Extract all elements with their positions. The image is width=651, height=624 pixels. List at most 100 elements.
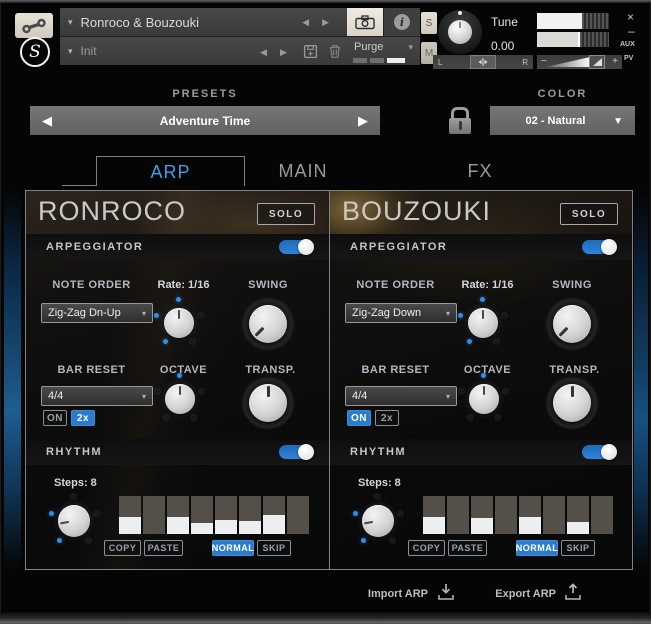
lock-body: [449, 118, 471, 134]
rhythm-toggle[interactable]: [582, 445, 616, 459]
swing-knob[interactable]: [241, 297, 295, 351]
skip-mode-button[interactable]: SKIP: [561, 540, 595, 556]
arpeggiator-toggle[interactable]: [582, 240, 616, 254]
arpeggiator-label: ARPEGGIATOR: [350, 241, 447, 253]
solo-channel-button[interactable]: S: [421, 12, 437, 34]
lock-icon[interactable]: [448, 107, 472, 134]
tab-arp[interactable]: ARP: [96, 156, 245, 186]
volume-handle-icon: [592, 57, 603, 67]
octave-knob[interactable]: [464, 379, 504, 419]
bar-reset-dropdown[interactable]: 4/4 ▾: [41, 386, 153, 406]
arpeggiator-toggle[interactable]: [279, 240, 313, 254]
sonuscore-logo: S: [20, 37, 50, 67]
preset-prev-icon[interactable]: ◀: [42, 113, 52, 129]
step-cell[interactable]: [519, 496, 541, 534]
color-dropdown[interactable]: 02 - Natural ▼: [490, 106, 635, 135]
step-cell[interactable]: [143, 496, 165, 534]
step-cell[interactable]: [287, 496, 309, 534]
minimize-button[interactable]: –: [628, 24, 635, 38]
snapshot-row[interactable]: ▾ Init ◀ ▶: [60, 37, 347, 65]
edit-instrument-button[interactable]: [15, 13, 53, 38]
aux-button[interactable]: AUX: [620, 41, 635, 48]
step-cell[interactable]: [447, 496, 469, 534]
memory-meter-segment: [370, 58, 384, 63]
pan-slider[interactable]: L R: [433, 55, 533, 69]
step-cell[interactable]: [215, 496, 237, 534]
step-cell[interactable]: [423, 496, 445, 534]
step-fill: [191, 523, 213, 534]
panel-bouzouki: BOUZOUKI SOLO ARPEGGIATOR NOTE ORDER Zig…: [330, 191, 632, 569]
purge-menu[interactable]: Purge ▾: [347, 37, 420, 65]
note-order-dropdown[interactable]: Zig-Zag Dn-Up ▾: [41, 303, 153, 323]
bar-reset-value: 4/4: [48, 390, 63, 402]
rate-knob[interactable]: [463, 303, 503, 343]
export-arp-button[interactable]: Export ARP: [478, 588, 556, 600]
prev-instrument-icon[interactable]: ◀: [302, 17, 309, 28]
step-cell[interactable]: [191, 496, 213, 534]
rate-knob[interactable]: [159, 303, 199, 343]
copy-button[interactable]: COPY: [408, 540, 445, 556]
export-upload-icon[interactable]: [563, 583, 583, 601]
next-snapshot-icon[interactable]: ▶: [280, 47, 287, 58]
note-order-dropdown[interactable]: Zig-Zag Down ▾: [345, 303, 457, 323]
step-cell[interactable]: [495, 496, 517, 534]
knob-marker: [190, 339, 195, 344]
step-cell[interactable]: [239, 496, 261, 534]
save-snapshot-icon[interactable]: [303, 44, 318, 59]
step-cell[interactable]: [471, 496, 493, 534]
instrument-name-row[interactable]: ▾ Ronroco & Bouzouki ◀ ▶: [60, 8, 347, 36]
paste-button[interactable]: PASTE: [448, 540, 487, 556]
normal-mode-button[interactable]: NORMAL: [212, 540, 254, 556]
import-arp-button[interactable]: Import ARP: [350, 588, 428, 600]
step-cell[interactable]: [119, 496, 141, 534]
transpose-knob[interactable]: [241, 376, 295, 430]
pan-slider-handle[interactable]: [470, 55, 496, 69]
step-cell[interactable]: [591, 496, 613, 534]
steps-knob[interactable]: [53, 500, 95, 542]
tab-fx[interactable]: FX: [430, 156, 530, 186]
transpose-knob[interactable]: [545, 376, 599, 430]
tab-main[interactable]: MAIN: [248, 156, 358, 186]
rhythm-toggle[interactable]: [279, 445, 313, 459]
knob-marker: [163, 339, 168, 344]
step-cell[interactable]: [543, 496, 565, 534]
step-cell[interactable]: [263, 496, 285, 534]
close-button[interactable]: ×: [627, 10, 634, 24]
steps-knob[interactable]: [357, 500, 399, 542]
solo-button[interactable]: SOLO: [257, 203, 315, 225]
skip-mode-button[interactable]: SKIP: [257, 540, 291, 556]
info-view-tab[interactable]: i: [384, 8, 420, 36]
knob-marker: [361, 538, 366, 543]
bar-reset-dropdown[interactable]: 4/4 ▾: [345, 386, 457, 406]
volume-slider[interactable]: − +: [537, 55, 622, 69]
step-cell[interactable]: [567, 496, 589, 534]
delete-snapshot-icon[interactable]: [328, 44, 342, 59]
tune-knob[interactable]: [438, 10, 482, 54]
bar-reset-on-button[interactable]: ON: [347, 410, 371, 426]
double-time-button[interactable]: 2x: [71, 410, 95, 426]
panel-title: BOUZOUKI: [342, 196, 491, 227]
prev-snapshot-icon[interactable]: ◀: [260, 47, 267, 58]
note-order-label: NOTE ORDER: [338, 279, 453, 291]
snapshot-menu-caret-icon[interactable]: ▾: [68, 46, 73, 57]
bar-reset-on-button[interactable]: ON: [43, 410, 67, 426]
preset-next-icon[interactable]: ▶: [358, 113, 368, 129]
next-instrument-icon[interactable]: ▶: [322, 17, 329, 28]
pv-button[interactable]: PV: [624, 55, 633, 62]
import-download-icon[interactable]: [436, 583, 456, 601]
tune-value: 0.00: [491, 39, 514, 53]
solo-button[interactable]: SOLO: [560, 203, 618, 225]
snapshot-view-tab[interactable]: [347, 8, 383, 36]
copy-button[interactable]: COPY: [104, 540, 141, 556]
toggle-knob: [298, 444, 314, 460]
octave-knob[interactable]: [160, 379, 200, 419]
step-cell[interactable]: [167, 496, 189, 534]
volume-slider-handle[interactable]: [589, 55, 605, 69]
preset-selector[interactable]: ◀ Adventure Time ▶: [30, 106, 380, 135]
volume-plus[interactable]: +: [612, 56, 618, 67]
normal-mode-button[interactable]: NORMAL: [516, 540, 558, 556]
double-time-button[interactable]: 2x: [375, 410, 399, 426]
instrument-menu-caret-icon[interactable]: ▾: [68, 17, 73, 28]
paste-button[interactable]: PASTE: [144, 540, 183, 556]
swing-knob[interactable]: [545, 297, 599, 351]
